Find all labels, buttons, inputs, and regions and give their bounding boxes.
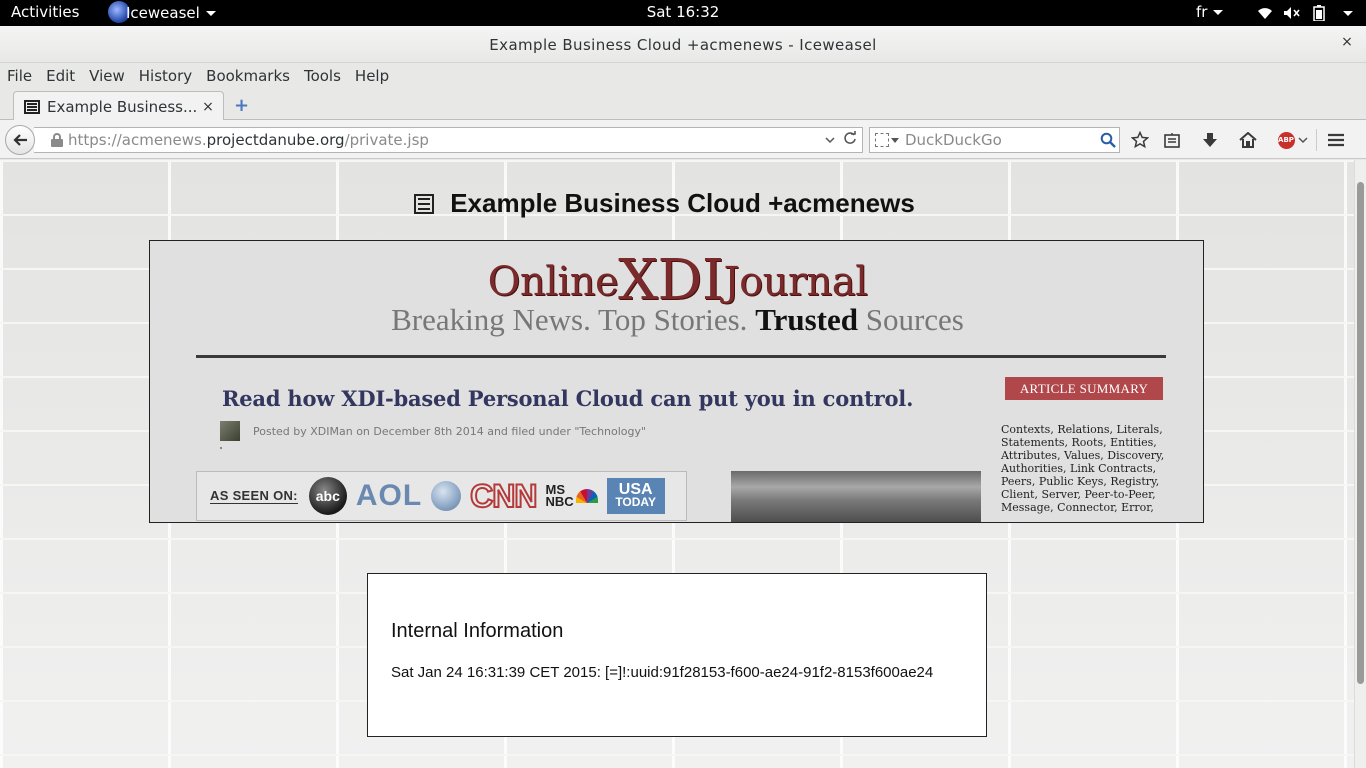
journal-title-left: Online: [487, 259, 619, 305]
magnifier-icon[interactable]: [1097, 129, 1119, 151]
journal-masthead: OnlineXDIJournal Breaking News. Top Stor…: [150, 253, 1203, 337]
list-icon: [414, 193, 435, 214]
aol-ball-logo: [431, 481, 462, 511]
window-title: Example Business Cloud +acmenews - Icewe…: [489, 36, 877, 54]
page-scrollbar[interactable]: [1354, 160, 1366, 768]
tab-bar: Example Business... × +: [0, 89, 1366, 121]
adblock-icon[interactable]: ABP: [1276, 130, 1296, 150]
url-path: /private.jsp: [344, 131, 429, 149]
journal-tagline: Breaking News. Top Stories. Trusted Sour…: [150, 302, 1203, 337]
menu-tools[interactable]: Tools: [297, 67, 348, 85]
toolbar-icons: ABP: [1130, 129, 1346, 151]
language-selector[interactable]: fr: [1196, 3, 1224, 21]
usa-today-bottom: TODAY: [615, 495, 656, 509]
system-status-menu[interactable]: [1256, 4, 1353, 22]
new-tab-button[interactable]: +: [234, 95, 249, 116]
back-arrow-icon: [13, 134, 27, 146]
chevron-down-icon: [1213, 9, 1224, 15]
menu-help[interactable]: Help: [348, 67, 396, 85]
battery-icon: [1310, 4, 1328, 22]
scrollbar-thumb[interactable]: [1357, 182, 1364, 684]
internal-information-title: Internal Information: [391, 620, 564, 642]
menu-bookmarks[interactable]: Bookmarks: [199, 67, 297, 85]
tagline-bold: Trusted: [755, 302, 858, 337]
author-avatar: [220, 421, 240, 441]
search-engine-icon[interactable]: [870, 133, 900, 147]
article-photo: [731, 471, 981, 522]
lock-icon[interactable]: [51, 133, 63, 147]
journal-title-right: Journal: [723, 259, 868, 305]
url-scheme: https://acmenews.: [68, 131, 207, 149]
menu-edit[interactable]: Edit: [39, 67, 82, 85]
hamburger-menu-icon[interactable]: [1326, 130, 1346, 150]
menu-history[interactable]: History: [132, 67, 199, 85]
as-seen-on-label: AS SEEN ON:: [210, 488, 298, 504]
cnn-logo: CNN: [469, 477, 538, 515]
volume-muted-icon: [1283, 4, 1301, 22]
clock[interactable]: Sat 16:32: [647, 3, 720, 21]
language-label: fr: [1196, 3, 1208, 21]
tagline-end: Sources: [857, 302, 964, 337]
reload-icon[interactable]: [843, 131, 857, 149]
gnome-top-bar: Activities Iceweasel Sat 16:32 fr: [0, 0, 1366, 26]
page-viewport: Example Business Cloud +acmenews OnlineX…: [0, 160, 1354, 768]
page-heading: Example Business Cloud +acmenews: [0, 188, 1354, 219]
back-button[interactable]: [5, 125, 35, 155]
internal-information-box: Internal Information Sat Jan 24 16:31:39…: [367, 573, 987, 737]
download-icon[interactable]: [1200, 130, 1220, 150]
article-headline[interactable]: Read how XDI-based Personal Cloud can pu…: [222, 386, 913, 411]
activities-button[interactable]: Activities: [11, 3, 79, 21]
abc-logo: abc: [308, 477, 347, 515]
adblock-menu-dropdown-icon[interactable]: [1296, 130, 1310, 150]
home-icon[interactable]: [1238, 130, 1258, 150]
nbc-peacock-icon: [575, 489, 598, 503]
article-byline: Posted by XDIMan on December 8th 2014 an…: [220, 421, 646, 441]
search-bar[interactable]: DuckDuckGo: [869, 127, 1120, 153]
power-menu-caret-icon: [1343, 10, 1353, 16]
tab-example-business[interactable]: Example Business... ×: [13, 91, 224, 121]
app-menu[interactable]: Iceweasel: [108, 1, 216, 23]
page-title: Example Business Cloud +acmenews: [450, 188, 915, 218]
tab-title: Example Business...: [47, 97, 198, 116]
page-favicon-icon: [24, 99, 40, 114]
internal-information-text: Sat Jan 24 16:31:39 CET 2015: [=]!:uuid:…: [391, 664, 934, 681]
news-journal-frame: OnlineXDIJournal Breaking News. Top Stor…: [149, 240, 1204, 523]
usa-today-logo: USA TODAY: [606, 478, 665, 514]
url-domain: projectdanube.org: [206, 131, 345, 149]
window-close-button[interactable]: ×: [1340, 35, 1354, 49]
url-bar[interactable]: https://acmenews. projectdanube.org/priva…: [34, 127, 863, 153]
article-summary-badge: ARTICLE SUMMARY: [1005, 377, 1163, 400]
chevron-down-icon: [205, 10, 216, 16]
app-menu-label: Iceweasel: [126, 4, 200, 22]
byline-text: Posted by XDIMan on December 8th 2014 an…: [253, 424, 647, 438]
msnbc-logo: MS NBC: [545, 483, 598, 509]
url-history-dropdown-icon[interactable]: [825, 132, 835, 148]
msnbc-bottom: NBC: [545, 494, 574, 509]
navigation-toolbar: https://acmenews. projectdanube.org/priva…: [0, 120, 1366, 159]
aol-logo: AOL: [355, 479, 423, 512]
masthead-divider: [196, 355, 1166, 358]
menu-view[interactable]: View: [82, 67, 132, 85]
bookmark-star-icon[interactable]: [1130, 130, 1150, 150]
menu-file[interactable]: File: [0, 67, 39, 85]
separator-dot: [220, 447, 222, 449]
journal-logo: OnlineXDIJournal: [150, 253, 1203, 309]
wifi-icon: [1256, 4, 1274, 22]
tagline-start: Breaking News. Top Stories.: [391, 302, 756, 337]
search-input[interactable]: DuckDuckGo: [900, 131, 1097, 149]
as-seen-on-banner: AS SEEN ON: abc AOL CNN MS NBC USA TODAY: [196, 471, 687, 521]
menu-bar: File Edit View History Bookmarks Tools H…: [0, 63, 1366, 89]
article-summary-text: Contexts, Relations, Literals, Statement…: [1001, 423, 1165, 514]
window-titlebar: Example Business Cloud +acmenews - Icewe…: [0, 26, 1366, 63]
reading-list-icon[interactable]: [1162, 130, 1182, 150]
tab-close-button[interactable]: ×: [201, 99, 215, 115]
